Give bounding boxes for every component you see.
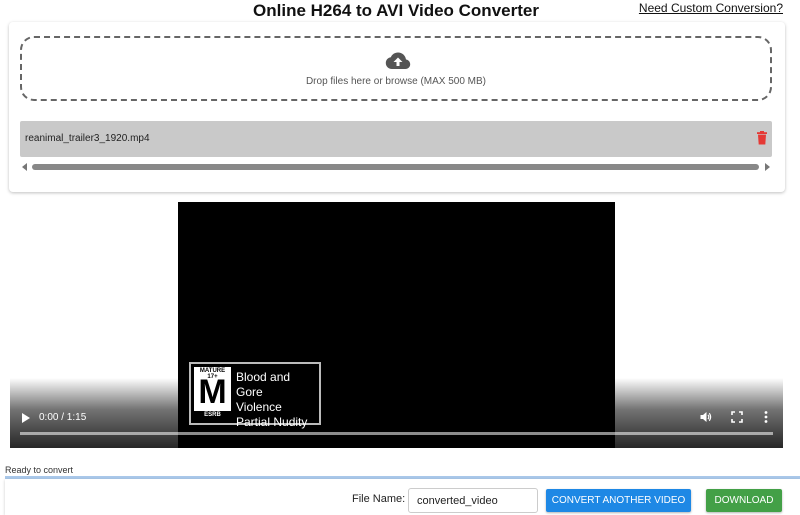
more-options-icon[interactable] xyxy=(763,410,769,424)
play-icon[interactable] xyxy=(22,413,30,423)
seek-bar[interactable] xyxy=(20,432,773,435)
scroll-left-icon[interactable] xyxy=(22,163,27,171)
volume-icon[interactable] xyxy=(700,411,712,423)
fullscreen-icon[interactable] xyxy=(731,411,743,423)
scrollbar-thumb[interactable] xyxy=(32,164,759,170)
file-dropzone[interactable]: Drop files here or browse (MAX 500 MB) xyxy=(20,36,772,101)
rating-letter: M xyxy=(198,373,227,411)
drop-instructions: Drop files here or browse (MAX 500 MB) xyxy=(305,76,487,87)
horizontal-scrollbar[interactable] xyxy=(20,162,772,172)
video-player[interactable]: MATURE 17+ M ESRB Blood and Gore Violenc… xyxy=(10,202,783,448)
status-text: Ready to convert xyxy=(5,465,74,475)
cloud-upload-icon xyxy=(385,52,411,69)
file-item: reanimal_trailer3_1920.mp4 xyxy=(20,121,772,157)
time-display: 0:00 / 1:15 xyxy=(39,412,87,423)
descriptor: Blood and Gore xyxy=(236,370,291,399)
upload-card: Drop files here or browse (MAX 500 MB) r… xyxy=(9,22,785,192)
video-controls: 0:00 / 1:15 xyxy=(10,408,783,428)
action-bar: File Name: CONVERT ANOTHER VIDEO DOWNLOA… xyxy=(5,479,800,515)
file-name-input[interactable] xyxy=(408,488,538,513)
file-name: reanimal_trailer3_1920.mp4 xyxy=(25,133,150,144)
custom-conversion-link[interactable]: Need Custom Conversion? xyxy=(639,1,783,15)
scroll-right-icon[interactable] xyxy=(765,163,770,171)
file-name-label: File Name: xyxy=(352,493,406,505)
trash-icon[interactable] xyxy=(756,131,768,145)
download-button[interactable]: DOWNLOAD xyxy=(706,489,782,512)
convert-another-button[interactable]: CONVERT ANOTHER VIDEO xyxy=(546,489,691,512)
